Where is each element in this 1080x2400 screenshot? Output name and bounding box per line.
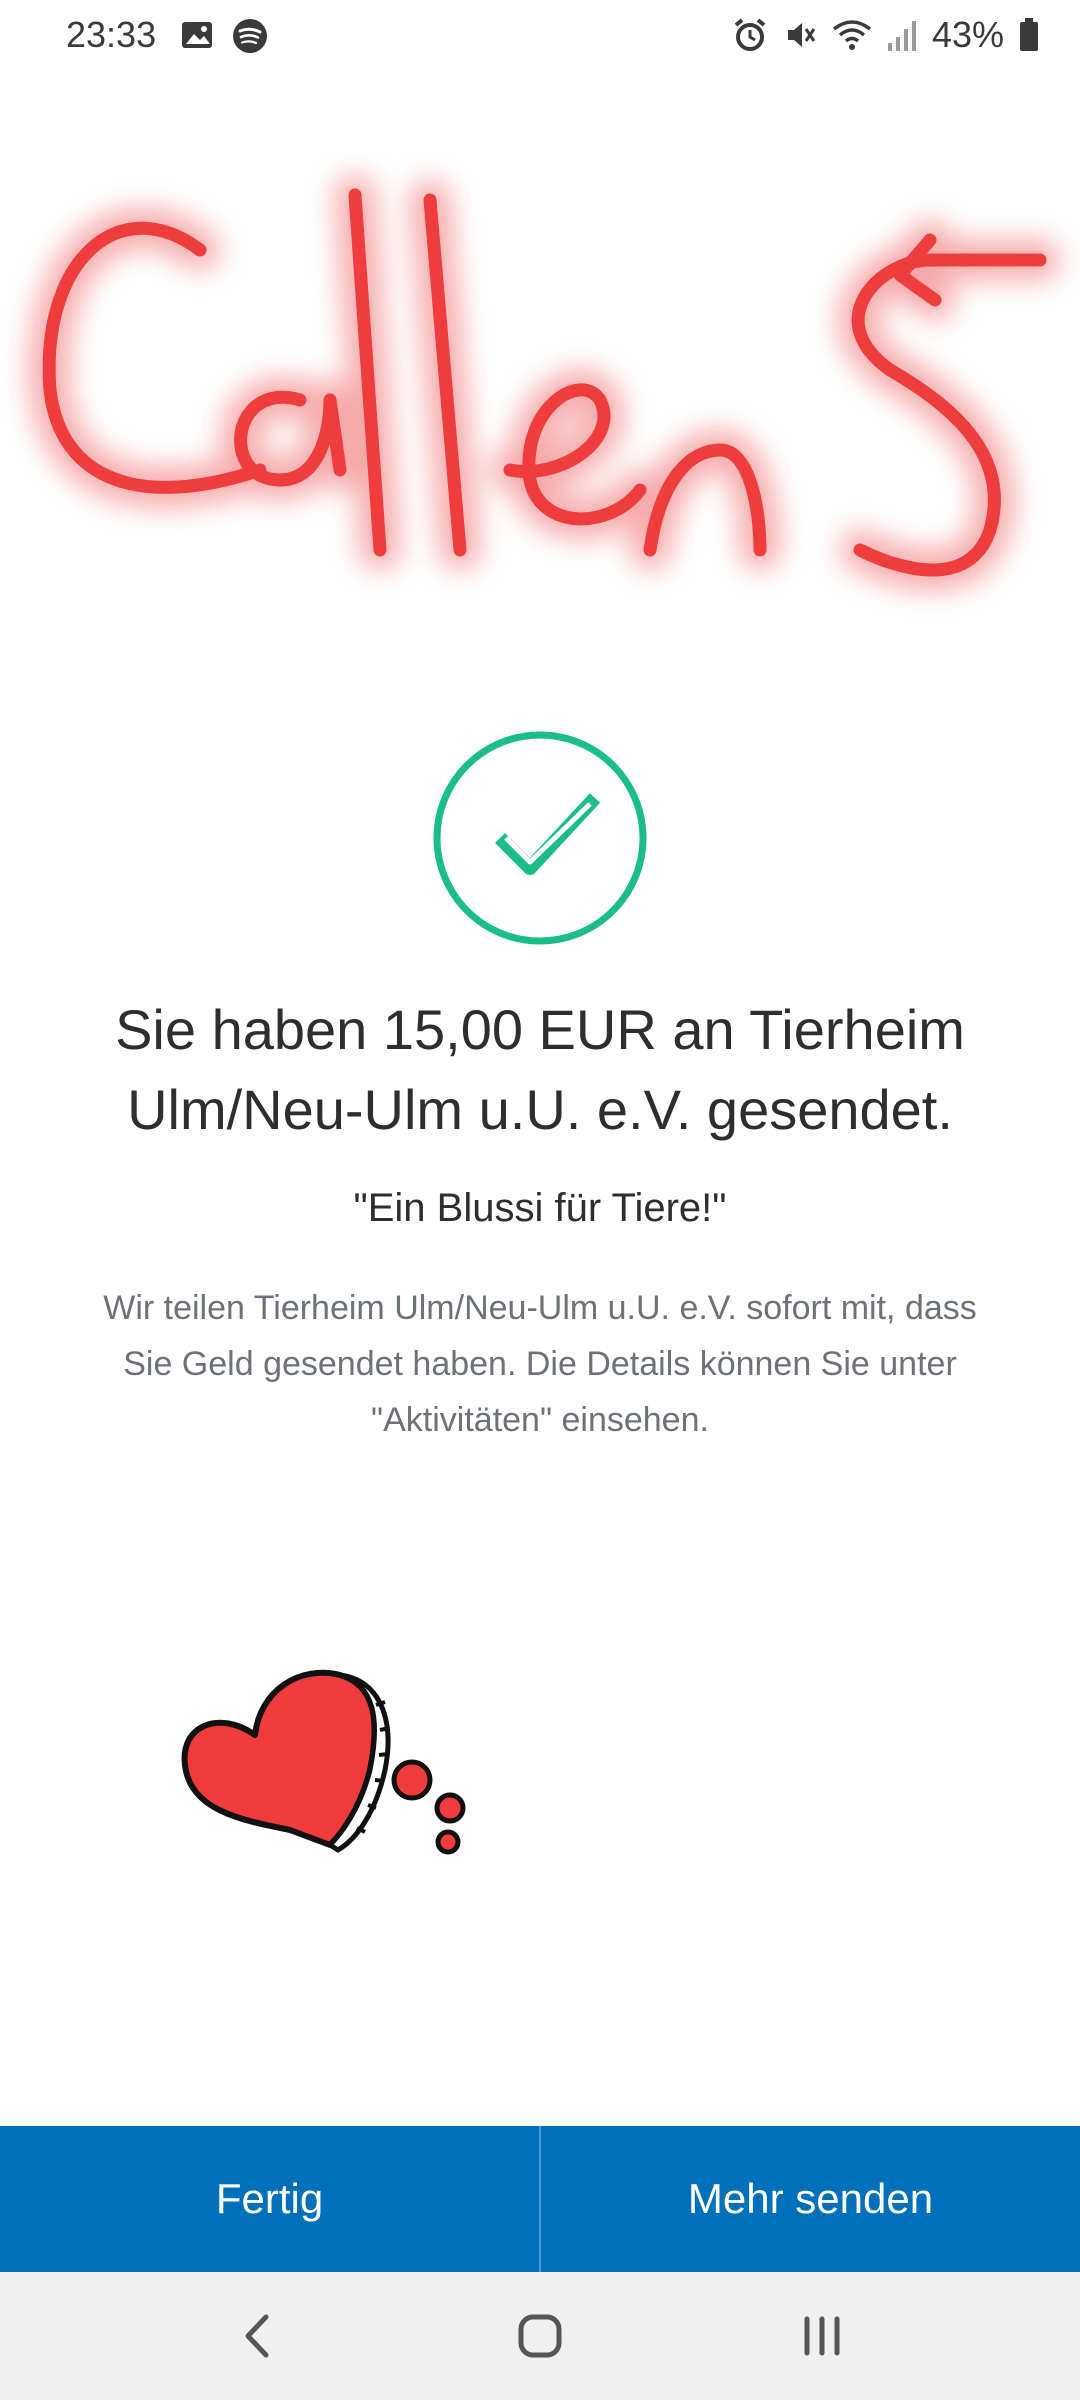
confirmation-headline: Sie haben 15,00 EUR an Tierheim Ulm/Neu-… [115,998,965,1141]
alarm-icon [732,17,768,53]
heart-sticker-icon [180,1650,480,1870]
recent-apps-icon[interactable] [782,2296,862,2376]
spotify-icon [232,18,268,54]
wifi-icon [832,17,872,53]
home-icon[interactable] [500,2296,580,2376]
payment-note: "Ein Blussi für Tiere!" [353,1186,727,1230]
action-bar: Fertig Mehr senden [0,2126,1080,2272]
signature-scribble [0,150,1080,710]
signal-icon [886,17,918,53]
status-bar: 23:33 43% [0,0,1080,80]
navigation-bar [0,2272,1080,2400]
mute-icon [782,17,818,53]
confirmation-info-text: Wir teilen Tierheim Ulm/Neu-Ulm u.U. e.V… [103,1289,977,1439]
done-button[interactable]: Fertig [0,2126,539,2272]
status-time: 23:33 [66,14,157,55]
gallery-icon [180,18,214,54]
battery-percent: 43% [931,14,1004,55]
send-more-button[interactable]: Mehr senden [541,2126,1080,2272]
check-circle-icon [430,728,660,958]
battery-icon [1018,17,1040,53]
back-icon[interactable] [218,2296,298,2376]
